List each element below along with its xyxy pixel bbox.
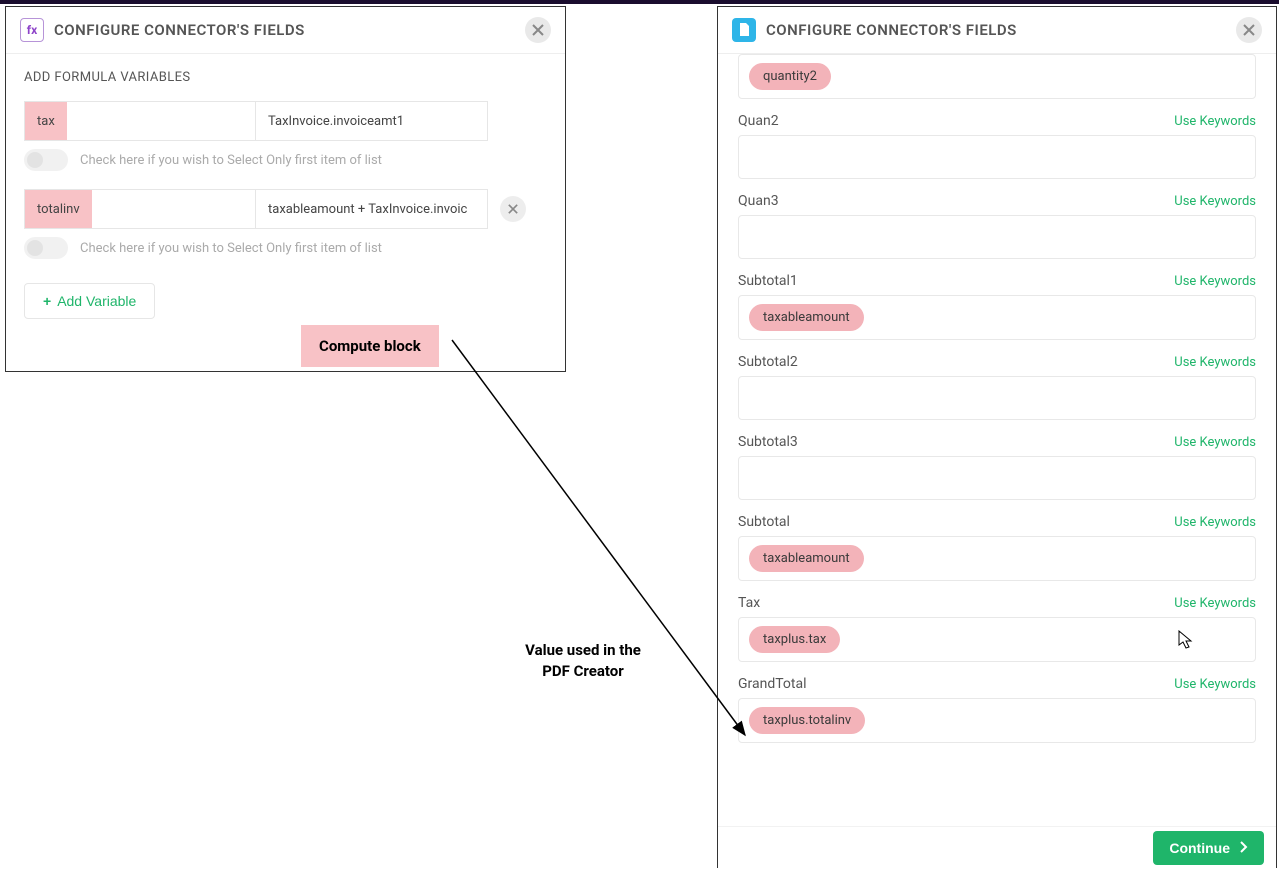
compute-panel-title: CONFIGURE CONNECTOR'S FIELDS — [54, 21, 305, 39]
app-top-bar — [0, 0, 1279, 4]
pdf-panel-body: quantity2 Quan2 Use Keywords Quan3 Use K… — [718, 54, 1276, 830]
field-block: Subtotal2 Use Keywords — [738, 354, 1256, 420]
field-block: Quan2 Use Keywords — [738, 113, 1256, 179]
field-block: Quan3 Use Keywords — [738, 193, 1256, 259]
add-variable-button[interactable]: + Add Variable — [24, 283, 155, 319]
variable-row: tax TaxInvoice.invoiceamt1 — [24, 101, 547, 141]
field-label: Quan3 — [738, 193, 779, 209]
toggle-row: Check here if you wish to Select Only fi… — [24, 237, 547, 259]
field-head: Quan3 Use Keywords — [738, 193, 1256, 209]
field-input[interactable] — [738, 135, 1256, 179]
close-icon[interactable] — [1236, 17, 1262, 43]
doc-icon — [732, 18, 756, 42]
variable-expr-text: taxableamount + TaxInvoice.invoic — [268, 202, 467, 217]
field-head: GrandTotal Use Keywords — [738, 676, 1256, 692]
field-input[interactable]: taxableamount — [738, 536, 1256, 581]
value-pill: taxableamount — [749, 304, 864, 331]
field-block: quantity2 — [738, 54, 1256, 99]
toggle-label: Check here if you wish to Select Only fi… — [80, 153, 382, 168]
field-block: GrandTotal Use Keywords taxplus.totalinv — [738, 676, 1256, 743]
field-label: Subtotal3 — [738, 434, 798, 450]
value-pill: taxplus.totalinv — [749, 707, 865, 734]
variable-name-text: totalinv — [25, 190, 92, 228]
compute-panel-body: ADD FORMULA VARIABLES tax TaxInvoice.inv… — [6, 54, 565, 337]
field-block: Subtotal Use Keywords taxableamount — [738, 514, 1256, 581]
field-input[interactable] — [738, 376, 1256, 420]
compute-panel-header: fx CONFIGURE CONNECTOR'S FIELDS — [6, 7, 565, 54]
pdf-panel-footer: Continue — [718, 826, 1276, 868]
use-keywords-link[interactable]: Use Keywords — [1174, 194, 1256, 209]
pdf-panel-title: CONFIGURE CONNECTOR'S FIELDS — [766, 21, 1017, 39]
variable-expr-input[interactable]: taxableamount + TaxInvoice.invoic — [256, 189, 488, 229]
field-label: Subtotal — [738, 514, 790, 530]
field-label: GrandTotal — [738, 676, 807, 692]
plus-icon: + — [43, 293, 51, 309]
field-head: Tax Use Keywords — [738, 595, 1256, 611]
use-keywords-link[interactable]: Use Keywords — [1174, 114, 1256, 129]
value-pill: taxplus.tax — [749, 626, 840, 653]
use-keywords-link[interactable]: Use Keywords — [1174, 355, 1256, 370]
field-head: Subtotal2 Use Keywords — [738, 354, 1256, 370]
variable-name-input[interactable]: tax — [24, 101, 256, 141]
field-input[interactable]: taxplus.totalinv — [738, 698, 1256, 743]
field-input[interactable] — [738, 456, 1256, 500]
first-item-toggle[interactable] — [24, 237, 68, 259]
use-keywords-link[interactable]: Use Keywords — [1174, 596, 1256, 611]
field-input[interactable] — [738, 215, 1256, 259]
field-input[interactable]: taxableamount — [738, 295, 1256, 340]
value-pill: taxableamount — [749, 545, 864, 572]
variable-name-input[interactable]: totalinv — [24, 189, 256, 229]
field-block: Tax Use Keywords taxplus.tax — [738, 595, 1256, 662]
field-head: Subtotal3 Use Keywords — [738, 434, 1256, 450]
continue-button[interactable]: Continue — [1153, 831, 1264, 865]
field-label: Quan2 — [738, 113, 779, 129]
use-keywords-link[interactable]: Use Keywords — [1174, 515, 1256, 530]
compute-panel: fx CONFIGURE CONNECTOR'S FIELDS ADD FORM… — [5, 6, 566, 372]
field-label: Subtotal2 — [738, 354, 798, 370]
chevron-right-icon — [1240, 840, 1248, 856]
value-pill: quantity2 — [749, 63, 831, 90]
field-head: Subtotal Use Keywords — [738, 514, 1256, 530]
add-variable-label: Add Variable — [57, 293, 136, 309]
field-block: Subtotal1 Use Keywords taxableamount — [738, 273, 1256, 340]
field-head: Subtotal1 Use Keywords — [738, 273, 1256, 289]
compute-block-annotation: Compute block — [301, 325, 439, 367]
variable-name-text: tax — [25, 102, 67, 140]
use-keywords-link[interactable]: Use Keywords — [1174, 274, 1256, 289]
close-icon[interactable] — [525, 17, 551, 43]
variable-expr-text: TaxInvoice.invoiceamt1 — [268, 114, 404, 129]
first-item-toggle[interactable] — [24, 149, 68, 171]
variable-expr-input[interactable]: TaxInvoice.invoiceamt1 — [256, 101, 488, 141]
formula-vars-heading: ADD FORMULA VARIABLES — [24, 70, 547, 85]
field-block: Subtotal3 Use Keywords — [738, 434, 1256, 500]
cursor-icon — [1178, 630, 1194, 650]
field-input[interactable]: quantity2 — [738, 54, 1256, 99]
variable-row: totalinv taxableamount + TaxInvoice.invo… — [24, 189, 547, 229]
field-label: Tax — [738, 595, 760, 611]
use-keywords-link[interactable]: Use Keywords — [1174, 435, 1256, 450]
fx-icon: fx — [20, 18, 44, 42]
toggle-row: Check here if you wish to Select Only fi… — [24, 149, 547, 171]
remove-variable-button[interactable] — [500, 196, 526, 222]
pdf-panel-header: CONFIGURE CONNECTOR'S FIELDS — [718, 7, 1276, 54]
toggle-label: Check here if you wish to Select Only fi… — [80, 241, 382, 256]
use-keywords-link[interactable]: Use Keywords — [1174, 677, 1256, 692]
continue-label: Continue — [1169, 840, 1230, 856]
field-head: Quan2 Use Keywords — [738, 113, 1256, 129]
pdf-creator-annotation: Value used in thePDF Creator — [513, 640, 653, 682]
field-label: Subtotal1 — [738, 273, 798, 289]
pdf-panel: CONFIGURE CONNECTOR'S FIELDS quantity2 Q… — [717, 6, 1277, 868]
